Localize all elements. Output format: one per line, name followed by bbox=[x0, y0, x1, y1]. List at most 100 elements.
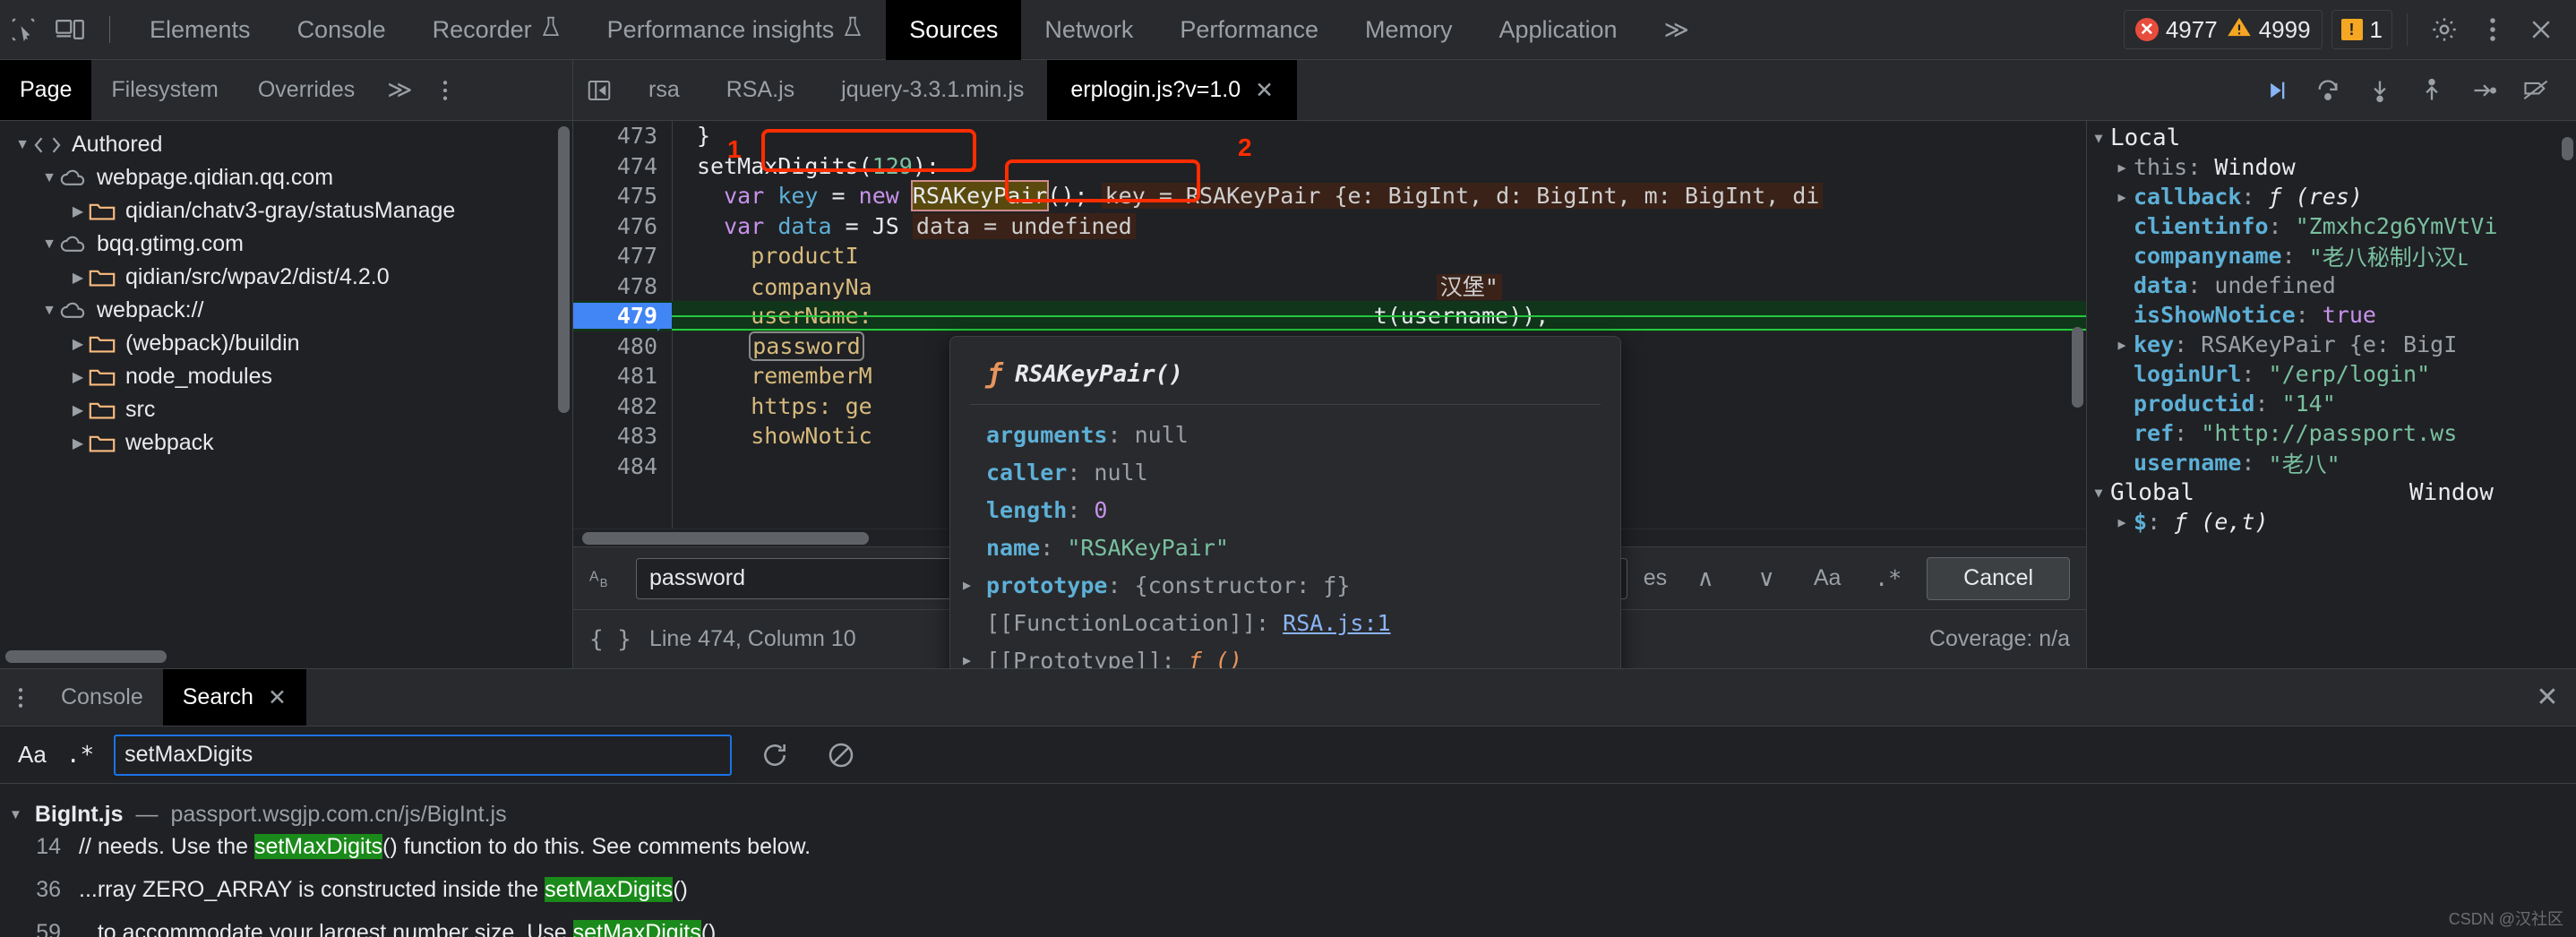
collapse-triangle-icon[interactable]: ▶ bbox=[68, 434, 88, 452]
editor-tab-rsa[interactable]: rsa bbox=[625, 60, 703, 120]
tree-item-authored[interactable]: ▼ Authored bbox=[0, 128, 572, 161]
scope-var-jquery[interactable]: ▶ $: ƒ (e,t) bbox=[2087, 507, 2576, 537]
scope-section-local[interactable]: ▼ Local bbox=[2087, 123, 2576, 152]
scope-var-ref[interactable]: ref: "http://passport.ws bbox=[2087, 418, 2576, 448]
step-out-icon[interactable] bbox=[2408, 66, 2456, 115]
tab-performance-insights[interactable]: Performance insights bbox=[584, 0, 887, 60]
collapse-navigator-icon[interactable] bbox=[573, 60, 625, 120]
popup-row-length[interactable]: length: 0 bbox=[970, 491, 1601, 529]
tree-item-bqq-gtimg-com[interactable]: ▼ bqq.gtimg.com bbox=[0, 228, 572, 261]
tree-item-webpage-qidian-qq-com[interactable]: ▼ webpage.qidian.qq.com bbox=[0, 161, 572, 194]
close-tab-icon[interactable]: ✕ bbox=[1255, 77, 1274, 104]
step-into-icon[interactable] bbox=[2356, 66, 2404, 115]
find-cancel-button[interactable]: Cancel bbox=[1927, 556, 2070, 600]
search-regex-icon[interactable]: .* bbox=[66, 742, 94, 769]
popup-row-prototype[interactable]: ▶ prototype: {constructor: ƒ} bbox=[963, 566, 1601, 604]
code-line[interactable]: 475 var key = new RSAKeyPair(); key = RS… bbox=[573, 180, 2086, 212]
issue-counters[interactable]: ✕ 4977 4999 bbox=[2123, 10, 2323, 49]
close-drawer-tab-icon[interactable]: ✕ bbox=[268, 684, 287, 711]
scope-var-this[interactable]: ▶ this: Window bbox=[2087, 152, 2576, 182]
editor-tab-erplogin[interactable]: erplogin.js?v=1.0 ✕ bbox=[1047, 60, 1298, 120]
tree-item-webpack-buildin[interactable]: ▶ (webpack)/buildin bbox=[0, 327, 572, 360]
drawer-tab-console[interactable]: Console bbox=[41, 669, 163, 726]
expand-triangle-icon[interactable]: ▼ bbox=[9, 807, 22, 822]
nav-tab-overrides[interactable]: Overrides bbox=[238, 60, 374, 120]
expand-triangle-icon[interactable]: ▶ bbox=[2110, 514, 2134, 530]
step-icon[interactable] bbox=[2460, 66, 2508, 115]
expand-triangle-icon[interactable]: ▼ bbox=[13, 137, 32, 153]
find-next-icon[interactable]: ∨ bbox=[1744, 558, 1789, 599]
tree-horizontal-scrollbar[interactable] bbox=[5, 650, 167, 663]
more-options-icon[interactable] bbox=[2470, 7, 2515, 52]
popup-row-name[interactable]: name: "RSAKeyPair" bbox=[970, 529, 1601, 566]
tab-overflow-chevron[interactable]: ≫ bbox=[1641, 0, 1713, 60]
close-devtools-icon[interactable] bbox=[2519, 7, 2563, 52]
scope-var-isshownotice[interactable]: isShowNotice: true bbox=[2087, 300, 2576, 330]
code-line[interactable]: 473 } bbox=[573, 121, 2086, 151]
scope-var-loginurl[interactable]: loginUrl: "/erp/login" bbox=[2087, 359, 2576, 389]
nav-tab-filesystem[interactable]: Filesystem bbox=[91, 60, 237, 120]
nav-tab-page[interactable]: Page bbox=[0, 60, 92, 120]
collapse-triangle-icon[interactable]: ▶ bbox=[68, 269, 88, 287]
scope-var-productid[interactable]: productid: "14" bbox=[2087, 389, 2576, 418]
expand-triangle-icon[interactable]: ▶ bbox=[2110, 189, 2134, 205]
expand-triangle-icon[interactable]: ▶ bbox=[2110, 159, 2134, 176]
code-line[interactable]: 476 var data = JS data = undefined bbox=[573, 211, 2086, 242]
scope-var-companyname[interactable]: companyname: "老八秘制小汉ւ bbox=[2087, 241, 2576, 271]
scope-var-clientinfo[interactable]: clientinfo: "Zmxhc2g6YmVtVi bbox=[2087, 211, 2576, 241]
code-line[interactable]: 477 productI bbox=[573, 241, 2086, 271]
gear-icon[interactable] bbox=[2422, 7, 2467, 52]
find-regex-icon[interactable]: .* bbox=[1866, 558, 1911, 599]
search-result-row[interactable]: 14 // needs. Use the setMaxDigits() func… bbox=[0, 834, 2576, 877]
step-over-icon[interactable] bbox=[2304, 66, 2352, 115]
nav-overflow-chevron-icon[interactable]: ≫ bbox=[374, 60, 425, 120]
collapse-triangle-icon[interactable]: ▶ bbox=[68, 335, 88, 353]
tab-sources[interactable]: Sources bbox=[886, 0, 1022, 60]
scope-vertical-scrollbar[interactable] bbox=[2562, 137, 2573, 160]
expand-triangle-icon[interactable]: ▶ bbox=[963, 577, 986, 593]
scope-var-key[interactable]: ▶ key: RSAKeyPair {e: BigI bbox=[2087, 330, 2576, 359]
code-line[interactable]: 474 setMaxDigits(129): bbox=[573, 151, 2086, 182]
editor-tab-jquery[interactable]: jquery-3.3.1.min.js bbox=[818, 60, 1047, 120]
expand-triangle-icon[interactable]: ▼ bbox=[39, 170, 59, 186]
search-input[interactable] bbox=[114, 734, 733, 776]
editor-vertical-scrollbar[interactable] bbox=[2072, 327, 2083, 408]
code-line-current-execution[interactable]: 479 userName: t(username)), bbox=[573, 301, 2086, 332]
collapse-triangle-icon[interactable]: ▶ bbox=[68, 401, 88, 419]
function-location-link[interactable]: RSA.js:1 bbox=[1283, 610, 1390, 636]
tab-memory[interactable]: Memory bbox=[1342, 0, 1476, 60]
code-token-rsakeypair[interactable]: RSAKeyPair bbox=[910, 180, 1050, 212]
tree-item-node-modules[interactable]: ▶ node_modules bbox=[0, 360, 572, 393]
find-previous-icon[interactable]: ∧ bbox=[1683, 558, 1728, 599]
popup-row-arguments[interactable]: arguments: null bbox=[970, 416, 1601, 453]
tab-console[interactable]: Console bbox=[274, 0, 409, 60]
tree-item-qidian-src-wpav2[interactable]: ▶ qidian/src/wpav2/dist/4.2.0 bbox=[0, 261, 572, 294]
tab-network[interactable]: Network bbox=[1021, 0, 1156, 60]
popup-row-function-location[interactable]: [[FunctionLocation]]: RSA.js:1 bbox=[970, 604, 1601, 641]
drawer-more-options-icon[interactable] bbox=[0, 669, 41, 726]
popup-row-caller[interactable]: caller: null bbox=[970, 453, 1601, 491]
collapse-triangle-icon[interactable]: ▶ bbox=[68, 202, 88, 220]
deactivate-breakpoints-icon[interactable] bbox=[2512, 66, 2560, 115]
tab-performance[interactable]: Performance bbox=[1156, 0, 1342, 60]
find-match-case-icon[interactable]: Aa bbox=[1805, 558, 1850, 599]
tree-item-webpack-protocol[interactable]: ▼ webpack:// bbox=[0, 294, 572, 327]
pretty-print-icon[interactable]: { } bbox=[589, 626, 631, 653]
search-result-file-header[interactable]: ▼ BigInt.js — passport.wsgjp.com.cn/js/B… bbox=[0, 795, 2576, 834]
scope-var-callback[interactable]: ▶ callback: ƒ (res) bbox=[2087, 182, 2576, 211]
expand-triangle-icon[interactable]: ▶ bbox=[963, 652, 986, 668]
expand-triangle-icon[interactable]: ▶ bbox=[2110, 337, 2134, 353]
tree-vertical-scrollbar[interactable] bbox=[558, 126, 570, 413]
refresh-icon[interactable] bbox=[751, 735, 798, 776]
expand-triangle-icon[interactable]: ▼ bbox=[39, 303, 59, 319]
device-toolbar-icon[interactable] bbox=[47, 6, 93, 53]
scope-section-global[interactable]: ▼ Global Window bbox=[2087, 477, 2576, 507]
error-counter[interactable]: ✕ 4977 bbox=[2134, 16, 2218, 44]
expand-triangle-icon[interactable]: ▼ bbox=[39, 236, 59, 253]
tree-item-qidian-chatv3-gray[interactable]: ▶ qidian/chatv3-gray/statusManage bbox=[0, 194, 572, 228]
code-line[interactable]: 478 companyNa 汉堡" bbox=[573, 271, 2086, 302]
tab-application[interactable]: Application bbox=[1475, 0, 1640, 60]
tree-item-src[interactable]: ▶ src bbox=[0, 393, 572, 426]
expand-triangle-icon[interactable]: ▼ bbox=[2087, 130, 2110, 146]
close-drawer-icon[interactable]: ✕ bbox=[2519, 669, 2576, 726]
